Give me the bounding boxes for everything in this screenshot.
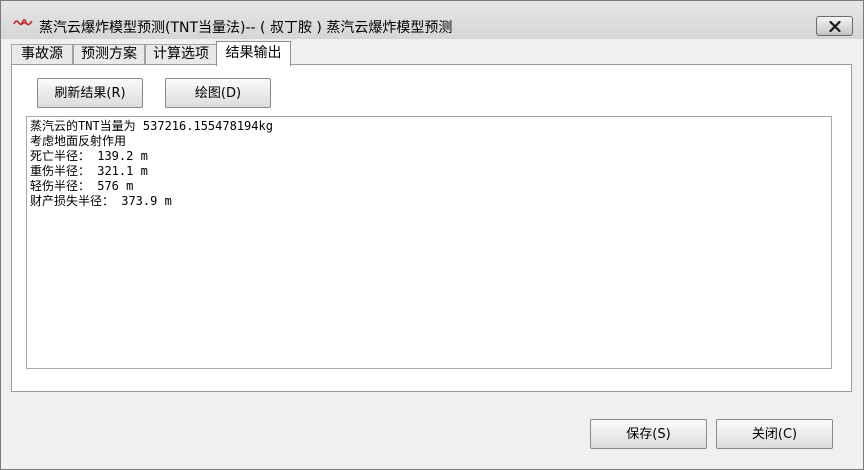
tab-prediction-scheme[interactable]: 预测方案 — [73, 44, 145, 64]
dialog-window: 蒸汽云爆炸模型预测(TNT当量法)-- ( 叔丁胺 ) 蒸汽云爆炸模型预测 事故… — [0, 0, 864, 470]
refresh-results-button[interactable]: 刷新结果(R) — [37, 78, 143, 108]
window-close-button[interactable] — [816, 16, 853, 36]
results-textarea[interactable]: 蒸汽云的TNT当量为 537216.155478194kg 考虑地面反射作用 死… — [26, 116, 832, 369]
save-button[interactable]: 保存(S) — [590, 419, 707, 449]
title-bar[interactable]: 蒸汽云爆炸模型预测(TNT当量法)-- ( 叔丁胺 ) 蒸汽云爆炸模型预测 — [1, 1, 863, 39]
tab-result-output[interactable]: 结果输出 — [216, 41, 291, 66]
result-tnt-equivalent: 蒸汽云的TNT当量为 537216.155478194kg — [30, 119, 273, 133]
result-output-panel: 刷新结果(R) 绘图(D) 蒸汽云的TNT当量为 537216.15547819… — [11, 64, 852, 392]
close-icon — [829, 21, 841, 32]
app-logo-icon — [13, 19, 33, 26]
result-minor-injury-radius: 轻伤半径： 576 m — [30, 179, 134, 193]
close-button[interactable]: 关闭(C) — [716, 419, 833, 449]
tab-accident-source[interactable]: 事故源 — [11, 44, 73, 64]
result-property-loss-radius: 财产损失半径： 373.9 m — [30, 194, 172, 208]
result-death-radius: 死亡半径： 139.2 m — [30, 149, 148, 163]
plot-button[interactable]: 绘图(D) — [165, 78, 271, 108]
result-serious-injury-radius: 重伤半径： 321.1 m — [30, 164, 148, 178]
window-title: 蒸汽云爆炸模型预测(TNT当量法)-- ( 叔丁胺 ) 蒸汽云爆炸模型预测 — [39, 20, 453, 36]
tab-calculation-options[interactable]: 计算选项 — [145, 44, 217, 64]
result-ground-reflection: 考虑地面反射作用 — [30, 134, 127, 148]
